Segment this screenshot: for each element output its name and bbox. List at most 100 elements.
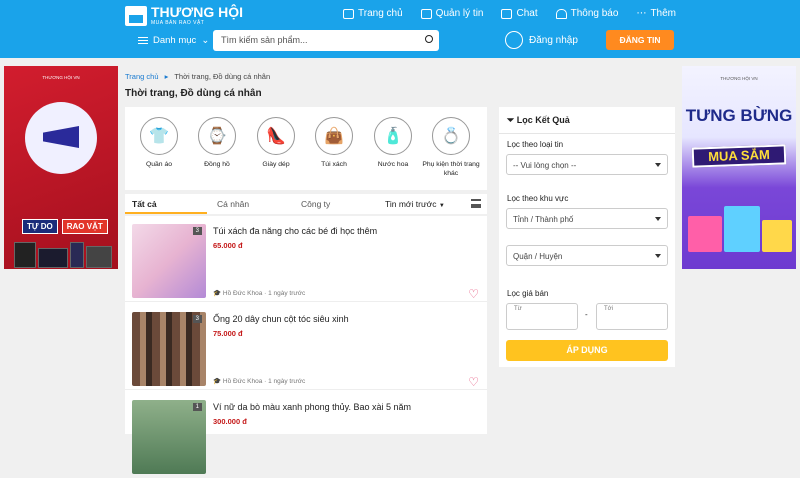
- site-logo[interactable]: THƯƠNG HỘI MUA BÁN RAO VẶT: [125, 5, 243, 26]
- gift-icon: [688, 216, 722, 252]
- main-nav: Trang chủ Quản lý tin Chat Thông báo ⋯ Th…: [343, 8, 676, 19]
- manage-icon: [420, 8, 432, 19]
- menu-icon: [138, 37, 148, 44]
- tab-company[interactable]: Công ty: [301, 199, 330, 209]
- page-title: Thời trang, Đồ dùng cá nhân: [125, 88, 262, 99]
- category-grid: 👕 Quần áo ⌚ Đồng hồ 👠 Giày dép 👜 Túi xách 🧴 N…: [125, 107, 487, 190]
- filter-type-label: Lọc theo loại tin: [507, 140, 564, 149]
- nav-notify[interactable]: Thông báo: [555, 8, 618, 19]
- laptop-icon: [38, 248, 68, 268]
- camera-icon: [14, 242, 36, 268]
- caret-down-icon: [655, 254, 661, 258]
- logo-title: THƯƠNG HỘI: [151, 4, 243, 20]
- banner-headline: TƯNG BỪNG: [685, 106, 793, 125]
- chevron-down-icon: ⌄: [201, 35, 210, 46]
- banner-subheadline: MUA SẮM: [691, 144, 787, 168]
- listing-title[interactable]: Túi xách đa năng cho các bé đi học thêm: [213, 226, 377, 236]
- perfume-icon: 🧴: [374, 117, 412, 155]
- banner-brand: THƯƠNG HỘI VN: [42, 75, 80, 80]
- home-icon: [343, 8, 355, 19]
- category-perfume[interactable]: 🧴 Nước hoa: [364, 117, 422, 169]
- price-from-input[interactable]: Từ: [506, 303, 578, 330]
- listing-type-select[interactable]: -- Vui lòng chọn --: [506, 154, 668, 175]
- heel-icon: 👠: [257, 117, 295, 155]
- logo-tagline: MUA BÁN RAO VẶT: [151, 20, 205, 26]
- watch-icon: ⌚: [198, 117, 236, 155]
- seller-icon: 🎓: [213, 290, 222, 297]
- filter-title: ⏷ Lọc Kết Quả: [507, 115, 570, 125]
- category-clothes[interactable]: 👕 Quần áo: [130, 117, 188, 169]
- funnel-icon: ⏷: [507, 115, 515, 125]
- banner-brand: THƯƠNG HỘI VN: [720, 76, 758, 81]
- caret-down-icon: [655, 217, 661, 221]
- price-range-dash: -: [585, 310, 588, 319]
- breadcrumb: Trang chủ ▸ Thời trang, Đồ dùng cá nhân: [125, 72, 270, 81]
- nav-manage[interactable]: Quản lý tin: [420, 8, 483, 19]
- bag-icon: 👜: [315, 117, 353, 155]
- phone-icon: [70, 242, 84, 268]
- bell-icon: [555, 8, 567, 19]
- list-item[interactable]: 3 Túi xách đa năng cho các bé đi học thê…: [125, 216, 487, 302]
- province-select[interactable]: Tỉnh / Thành phố: [506, 208, 668, 229]
- ring-icon: 💍: [432, 117, 470, 155]
- gift-icon: [762, 220, 792, 252]
- top-header: THƯƠNG HỘI MUA BÁN RAO VẶT Trang chủ Quả…: [0, 0, 800, 58]
- watch-product-icon: [86, 246, 112, 268]
- listing-price: 75.000 đ: [213, 329, 243, 338]
- nav-chat[interactable]: Chat: [501, 8, 538, 19]
- more-icon: ⋯: [636, 8, 647, 19]
- search-input[interactable]: Tìm kiếm sản phẩm...: [213, 30, 439, 51]
- list-item[interactable]: 1 Ví nữ da bò màu xanh phong thủy. Bao x…: [125, 392, 487, 478]
- megaphone-icon: [25, 102, 97, 174]
- list-item[interactable]: 3 Ống 20 dây chun cột tóc siêu xinh 75.0…: [125, 304, 487, 390]
- filter-area-label: Lọc theo khu vực: [507, 194, 569, 203]
- chevron-down-icon: [655, 163, 661, 167]
- tab-personal[interactable]: Cá nhân: [217, 199, 249, 209]
- nav-home[interactable]: Trang chủ: [343, 8, 403, 19]
- listing-meta: 🎓 Hồ Đức Khoa · 1 ngày trước: [213, 378, 306, 385]
- divider: [499, 133, 675, 134]
- listing-title[interactable]: Ví nữ da bò màu xanh phong thủy. Bao xài…: [213, 402, 411, 412]
- right-ad-banner[interactable]: THƯƠNG HỘI VN TƯNG BỪNG MUA SẮM: [682, 66, 796, 269]
- image-count-badge: 3: [192, 227, 202, 235]
- heart-icon[interactable]: ♡: [468, 287, 479, 301]
- filter-price-label: Lọc giá bán: [507, 289, 549, 298]
- shirt-icon: 👕: [140, 117, 178, 155]
- listing-price: 65.000 đ: [213, 241, 243, 250]
- chat-icon: [501, 8, 513, 19]
- sort-dropdown[interactable]: Tin mới trước ▼: [385, 199, 445, 209]
- tab-all[interactable]: Tất cả: [132, 199, 157, 209]
- listing-tabs: Tất cả Cá nhân Công ty Tin mới trước ▼: [125, 194, 487, 214]
- listing-list: 3 Túi xách đa năng cho các bé đi học thê…: [125, 216, 487, 474]
- apply-filter-button[interactable]: ÁP DỤNG: [506, 340, 668, 361]
- nav-more[interactable]: ⋯ Thêm: [636, 8, 676, 19]
- listing-thumbnail[interactable]: 3: [132, 312, 206, 386]
- category-bags[interactable]: 👜 Túi xách: [305, 117, 363, 169]
- heart-icon[interactable]: ♡: [468, 375, 479, 389]
- district-select[interactable]: Quận / Huyện: [506, 245, 668, 266]
- store-icon: [125, 5, 147, 26]
- left-ad-banner[interactable]: THƯƠNG HỘI VN TỰ DO RAO VẶT: [4, 66, 118, 269]
- category-shoes[interactable]: 👠 Giày dép: [247, 117, 305, 169]
- banner-tags: TỰ DO RAO VẶT: [22, 219, 108, 234]
- category-watches[interactable]: ⌚ Đồng hồ: [188, 117, 246, 169]
- category-accessories[interactable]: 💍 Phụ kiện thời trang khác: [422, 117, 480, 178]
- user-icon: [505, 31, 523, 49]
- login-button[interactable]: Đăng nhập: [505, 31, 578, 49]
- post-ad-button[interactable]: ĐĂNG TIN: [606, 30, 674, 50]
- listing-thumbnail[interactable]: 1: [132, 400, 206, 474]
- image-count-badge: 3: [192, 315, 202, 323]
- listing-thumbnail[interactable]: 3: [132, 224, 206, 298]
- breadcrumb-home[interactable]: Trang chủ: [125, 72, 159, 81]
- listing-title[interactable]: Ống 20 dây chun cột tóc siêu xinh: [213, 314, 349, 324]
- seller-icon: 🎓: [213, 378, 222, 385]
- breadcrumb-separator: ▸: [164, 72, 169, 81]
- breadcrumb-current: Thời trang, Đồ dùng cá nhân: [174, 72, 271, 81]
- search-icon[interactable]: [425, 35, 433, 43]
- filter-panel: ⏷ Lọc Kết Quả Lọc theo loại tin -- Vui l…: [499, 107, 675, 367]
- category-menu-button[interactable]: Danh mục ⌄: [138, 35, 209, 46]
- active-tab-indicator: [125, 212, 207, 214]
- gift-icon: [724, 206, 760, 252]
- price-to-input[interactable]: Tới: [596, 303, 668, 330]
- list-view-icon[interactable]: [471, 199, 481, 208]
